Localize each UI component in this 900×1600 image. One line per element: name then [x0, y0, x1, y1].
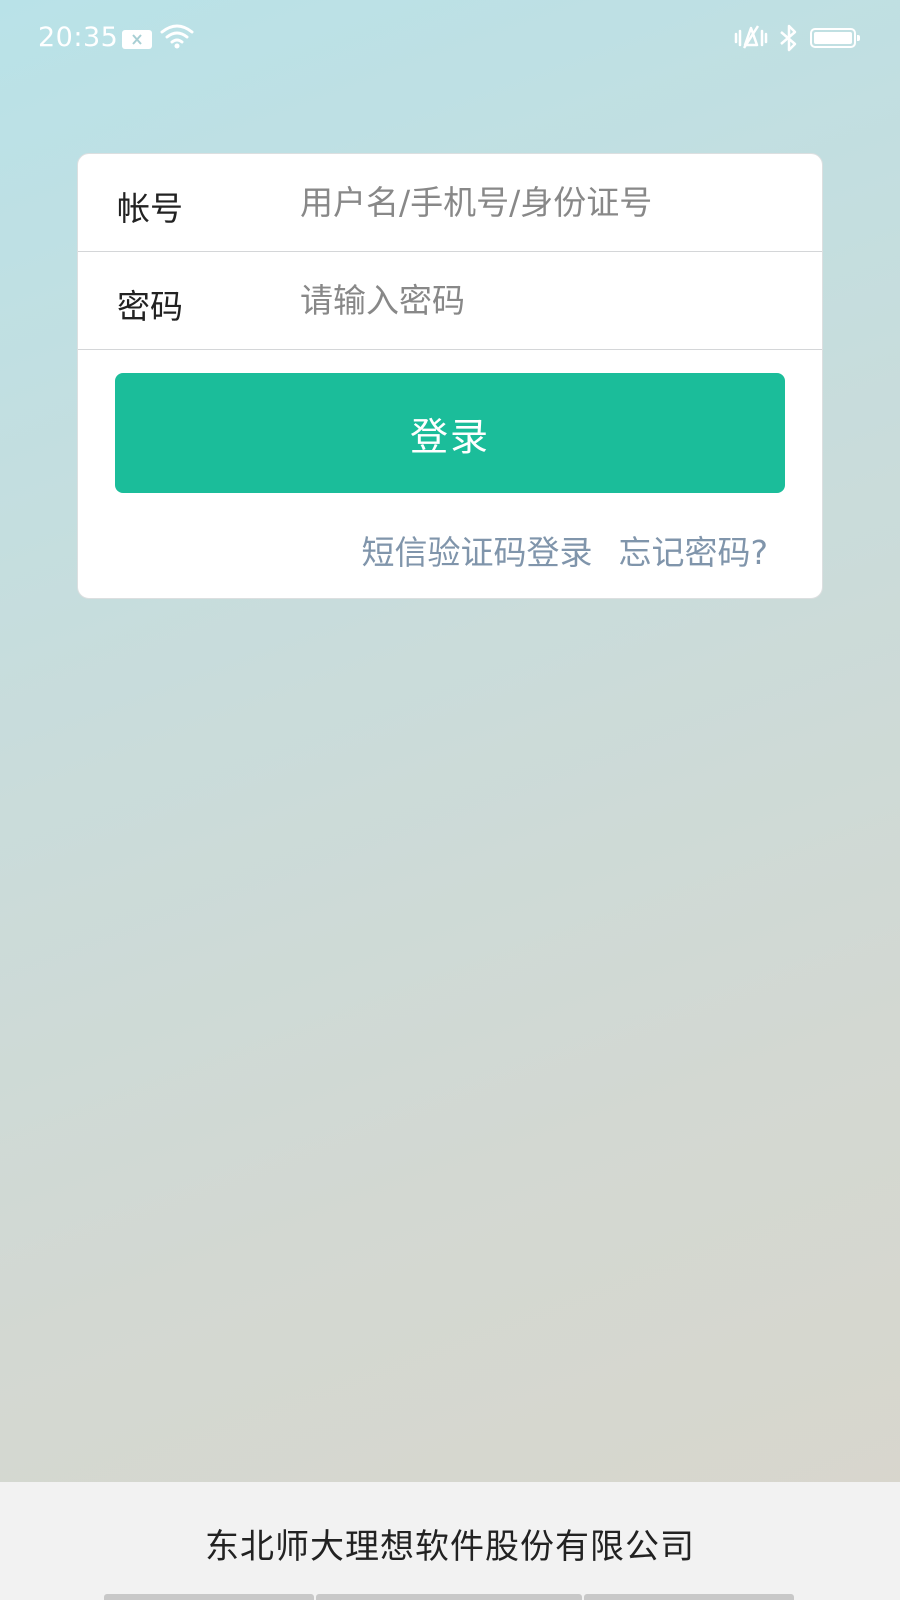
status-bar: 20:35 [0, 0, 900, 78]
forgot-password-link[interactable]: 忘记密码? [618, 533, 768, 572]
password-label: 密码 [117, 287, 183, 326]
tab-indicator [316, 1594, 582, 1600]
bottom-tab-strip [104, 1594, 794, 1600]
company-name: 东北师大理想软件股份有限公司 [205, 1527, 695, 1567]
footer: 东北师大理想软件股份有限公司 [0, 1482, 900, 1600]
password-input[interactable] [300, 272, 800, 328]
login-button[interactable]: 登录 [115, 373, 785, 493]
vibrate-icon [733, 24, 769, 56]
sms-login-link[interactable]: 短信验证码登录 [361, 533, 592, 572]
account-row: 帐号 [78, 154, 822, 252]
tab-indicator [584, 1594, 794, 1600]
password-row: 密码 [78, 252, 822, 350]
login-screen: 20:35 帐号 用户名/手机号/身份证号 密码 登录 短信验证码登录 忘记密码… [0, 0, 900, 1600]
tab-indicator [104, 1594, 314, 1600]
battery-icon [810, 28, 860, 48]
account-label: 帐号 [117, 189, 183, 228]
wifi-icon [160, 24, 194, 54]
login-card: 帐号 密码 登录 短信验证码登录忘记密码? [77, 153, 823, 599]
status-time: 20:35 [38, 22, 119, 53]
login-links: 短信验证码登录 忘记密码? [361, 526, 768, 574]
bluetooth-icon [778, 24, 800, 56]
sim-error-icon [122, 30, 152, 49]
account-input[interactable] [300, 174, 800, 230]
